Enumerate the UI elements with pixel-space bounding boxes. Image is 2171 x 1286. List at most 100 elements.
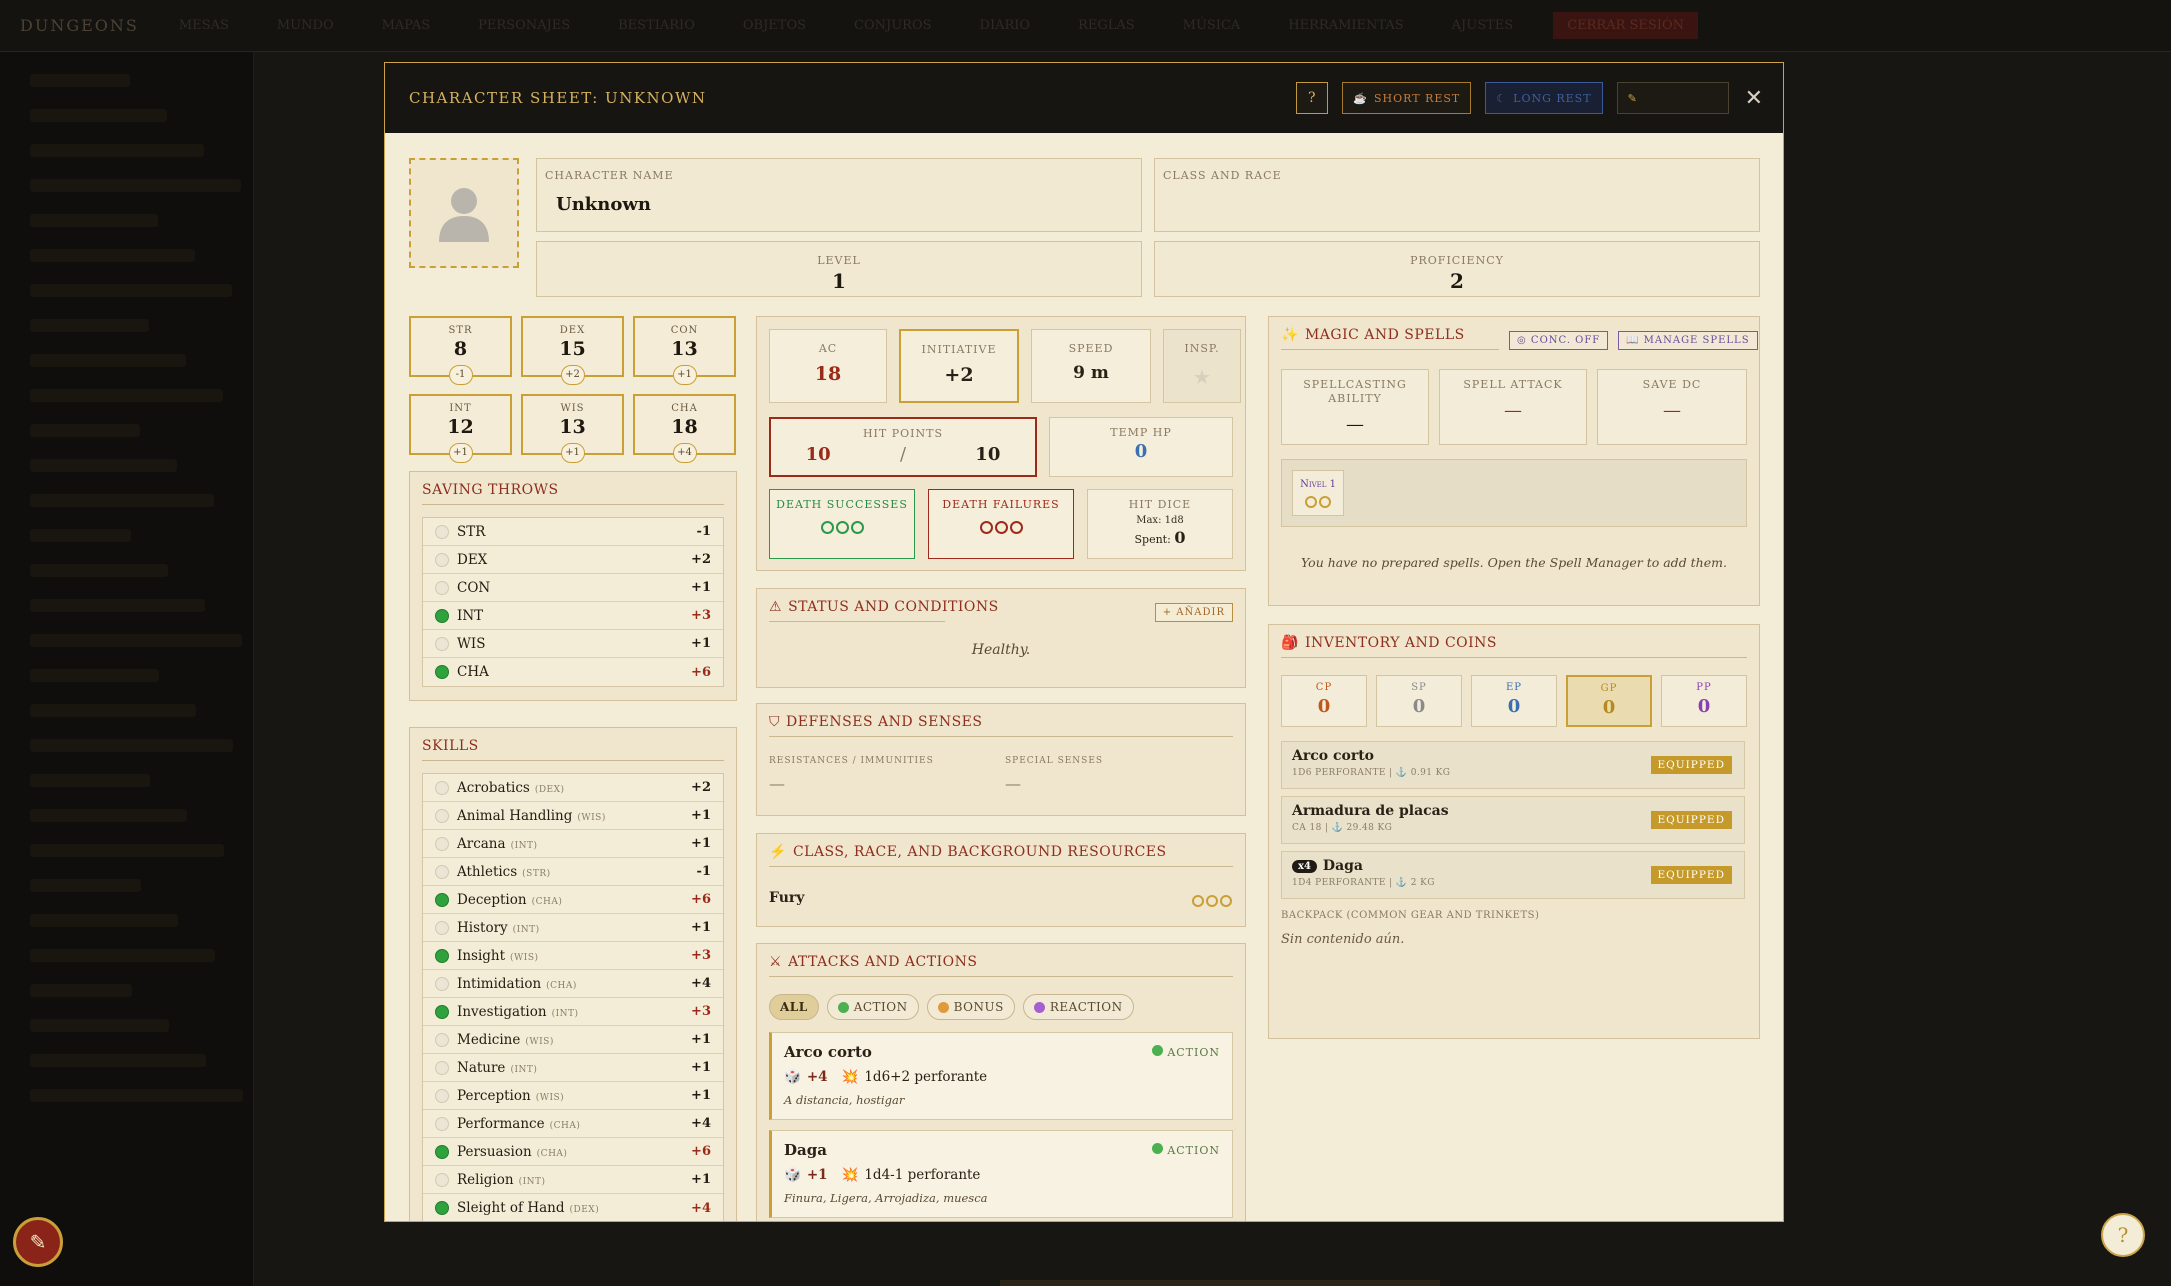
sidebar-item[interactable] bbox=[30, 564, 168, 577]
quill-fab-button[interactable]: ✎ bbox=[13, 1217, 63, 1267]
proficiency-dot[interactable] bbox=[435, 892, 449, 907]
proficiency-dot[interactable] bbox=[435, 1144, 449, 1159]
skill-row[interactable]: Insight (WIS) +3 bbox=[423, 942, 723, 970]
sidebar-item[interactable] bbox=[30, 634, 242, 647]
attack-card[interactable]: Arco corto ACTION 🎲 +4 💥 1d6+2 perforante A di… bbox=[769, 1032, 1233, 1120]
spell-slot-2[interactable] bbox=[1319, 496, 1331, 508]
sidebar-item[interactable] bbox=[30, 249, 195, 262]
attack-damage[interactable]: 1d4-1 perforante bbox=[864, 1167, 980, 1183]
character-name-field[interactable]: CHARACTER NAME Unknown bbox=[536, 158, 1142, 232]
sidebar-item[interactable] bbox=[30, 774, 150, 787]
attack-damage[interactable]: 1d6+2 perforante bbox=[864, 1069, 987, 1085]
filter-action[interactable]: ACTION bbox=[826, 994, 919, 1020]
sidebar-item[interactable] bbox=[30, 844, 224, 857]
nav-item[interactable]: AJUSTES bbox=[1452, 18, 1514, 33]
death-success-1[interactable] bbox=[820, 521, 834, 534]
sidebar-item[interactable] bbox=[30, 144, 204, 157]
proficiency-dot[interactable] bbox=[435, 976, 449, 991]
class-race-field[interactable]: CLASS AND RACE bbox=[1154, 158, 1760, 232]
proficiency-dot[interactable] bbox=[435, 1060, 449, 1075]
skill-row[interactable]: Animal Handling (WIS) +1 bbox=[423, 802, 723, 830]
sidebar-item[interactable] bbox=[30, 1089, 243, 1102]
sidebar-item[interactable] bbox=[30, 739, 233, 752]
resource-use-2[interactable] bbox=[1206, 895, 1218, 907]
proficiency-dot[interactable] bbox=[435, 580, 449, 595]
sidebar-item[interactable] bbox=[30, 214, 158, 227]
saving-throw-row[interactable]: INT +3 bbox=[423, 602, 723, 630]
sidebar-item[interactable] bbox=[30, 949, 215, 962]
saving-throw-row[interactable]: STR -1 bbox=[423, 518, 723, 546]
sidebar-item[interactable] bbox=[30, 914, 178, 927]
skill-row[interactable]: Perception (WIS) +1 bbox=[423, 1082, 723, 1110]
sidebar-item[interactable] bbox=[30, 669, 159, 682]
temp-hp-box[interactable]: TEMP HP 0 bbox=[1049, 417, 1233, 477]
proficiency-dot[interactable] bbox=[435, 780, 449, 795]
proficiency-dot[interactable] bbox=[435, 608, 449, 623]
proficiency-dot[interactable] bbox=[435, 1032, 449, 1047]
ability-int[interactable]: INT 12 +1 bbox=[409, 394, 512, 463]
coin-ep[interactable]: EP 0 bbox=[1471, 675, 1557, 727]
sidebar-item[interactable] bbox=[30, 389, 223, 402]
equipped-badge[interactable]: EQUIPPED bbox=[1650, 811, 1732, 829]
short-rest-button[interactable]: ☕ SHORT REST bbox=[1342, 82, 1472, 114]
help-fab-button[interactable]: ? bbox=[2101, 1213, 2145, 1257]
ability-dex[interactable]: DEX 15 +2 bbox=[521, 316, 624, 385]
nav-item[interactable]: MÚSICA bbox=[1183, 18, 1241, 33]
ability-con[interactable]: CON 13 +1 bbox=[633, 316, 736, 385]
ability-str[interactable]: STR 8 -1 bbox=[409, 316, 512, 385]
nav-item[interactable]: MAPAS bbox=[382, 18, 431, 33]
coin-cp[interactable]: CP 0 bbox=[1281, 675, 1367, 727]
equipped-badge[interactable]: EQUIPPED bbox=[1650, 756, 1732, 774]
death-failure-3[interactable] bbox=[1009, 521, 1023, 534]
skill-row[interactable]: Acrobatics (DEX) +2 bbox=[423, 774, 723, 802]
long-rest-button[interactable]: ☾ LONG REST bbox=[1485, 82, 1603, 114]
resource-use-3[interactable] bbox=[1220, 895, 1232, 907]
nav-item[interactable]: DIARIO bbox=[980, 18, 1031, 33]
sidebar-item[interactable] bbox=[30, 74, 130, 87]
sidebar-item[interactable] bbox=[30, 599, 205, 612]
death-success-3[interactable] bbox=[850, 521, 864, 534]
coin-gp[interactable]: GP 0 bbox=[1566, 675, 1652, 727]
proficiency-dot[interactable] bbox=[435, 1172, 449, 1187]
sidebar-item[interactable] bbox=[30, 704, 196, 717]
sidebar-item[interactable] bbox=[30, 354, 186, 367]
ability-wis[interactable]: WIS 13 +1 bbox=[521, 394, 624, 463]
proficiency-dot[interactable] bbox=[435, 864, 449, 879]
skill-row[interactable]: Performance (CHA) +4 bbox=[423, 1110, 723, 1138]
hit-dice-spent[interactable]: 0 bbox=[1174, 528, 1185, 547]
proficiency-dot[interactable] bbox=[435, 1004, 449, 1019]
skill-row[interactable]: Athletics (STR) -1 bbox=[423, 858, 723, 886]
proficiency-dot[interactable] bbox=[435, 636, 449, 651]
proficiency-dot[interactable] bbox=[435, 836, 449, 851]
avatar[interactable] bbox=[409, 158, 519, 268]
sidebar-item[interactable] bbox=[30, 1054, 206, 1067]
saving-throw-row[interactable]: CON +1 bbox=[423, 574, 723, 602]
nav-item[interactable]: MUNDO bbox=[277, 18, 334, 33]
sidebar-item[interactable] bbox=[30, 109, 167, 122]
manage-spells-button[interactable]: 📖 MANAGE SPELLS bbox=[1618, 331, 1758, 350]
sidebar-item[interactable] bbox=[30, 424, 140, 437]
dice-icon[interactable]: 🎲 bbox=[784, 1167, 801, 1183]
attack-card[interactable]: Daga ACTION 🎲 +1 💥 1d4-1 perforante Finura, Li… bbox=[769, 1130, 1233, 1218]
coin-pp[interactable]: PP 0 bbox=[1661, 675, 1747, 727]
quill-field[interactable]: ✎ bbox=[1616, 82, 1729, 114]
proficiency-dot[interactable] bbox=[435, 552, 449, 567]
initiative-box[interactable]: INITIATIVE +2 bbox=[899, 329, 1019, 403]
sidebar-item[interactable] bbox=[30, 179, 241, 192]
sidebar-item[interactable] bbox=[30, 284, 232, 297]
skill-row[interactable]: Arcana (INT) +1 bbox=[423, 830, 723, 858]
inventory-item[interactable]: x4 Daga 1D4 PERFORANTE | ⚓ 2 KG EQUIPPED bbox=[1281, 851, 1745, 899]
sidebar-item[interactable] bbox=[30, 984, 132, 997]
close-icon[interactable]: ✕ bbox=[1745, 86, 1763, 111]
skill-row[interactable]: Persuasion (CHA) +6 bbox=[423, 1138, 723, 1166]
skill-row[interactable]: Nature (INT) +1 bbox=[423, 1054, 723, 1082]
skill-row[interactable]: Religion (INT) +1 bbox=[423, 1166, 723, 1194]
filter-reaction[interactable]: REACTION bbox=[1022, 994, 1134, 1020]
proficiency-dot[interactable] bbox=[435, 1116, 449, 1131]
nav-item[interactable]: CONJUROS bbox=[854, 18, 932, 33]
skill-row[interactable]: History (INT) +1 bbox=[423, 914, 723, 942]
hit-points-box[interactable]: HIT POINTS 10 / 10 bbox=[769, 417, 1037, 477]
skill-row[interactable]: Medicine (WIS) +1 bbox=[423, 1026, 723, 1054]
attack-bonus[interactable]: +1 bbox=[807, 1167, 828, 1183]
proficiency-dot[interactable] bbox=[435, 808, 449, 823]
